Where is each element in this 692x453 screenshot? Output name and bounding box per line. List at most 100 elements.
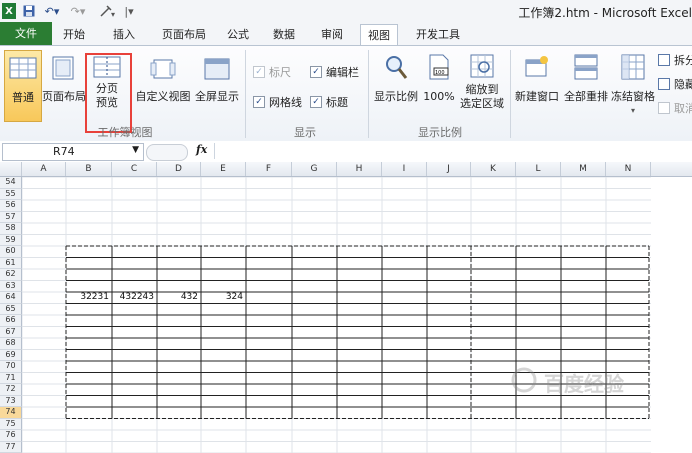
headings-check-icon: ✓ [310, 96, 322, 108]
column-header-e[interactable]: E [201, 162, 246, 176]
row-header-68[interactable]: 68 [0, 338, 22, 350]
row-header-59[interactable]: 59 [0, 234, 22, 246]
new-window-label: 新建窗口 [515, 90, 559, 103]
tab-file[interactable]: 文件 [0, 22, 52, 45]
formula-input[interactable] [214, 143, 691, 159]
formula-bar-label: 编辑栏 [326, 66, 359, 79]
redo-icon[interactable]: ↷▾ [68, 3, 88, 19]
row-header-74[interactable]: 74 [0, 407, 22, 419]
row-header-61[interactable]: 61 [0, 257, 22, 269]
select-all-corner[interactable] [0, 162, 22, 176]
row-header-69[interactable]: 69 [0, 349, 22, 361]
row-header-56[interactable]: 56 [0, 200, 22, 212]
zoom-group-label: 显示比例 [418, 126, 462, 139]
normal-view-button[interactable]: 普通 [4, 50, 42, 122]
chevron-down-icon: ▾ [630, 106, 635, 115]
normal-view-label: 普通 [12, 91, 34, 104]
watermark: 百度经验 [508, 366, 668, 396]
formula-bar-check-icon: ✓ [310, 66, 322, 78]
row-header-55[interactable]: 55 [0, 188, 22, 200]
column-header-l[interactable]: L [516, 162, 561, 176]
gridlines-checkbox[interactable]: ✓ 网格线 [253, 94, 302, 110]
tab-developer[interactable]: 开发工具 [410, 24, 466, 45]
column-header-c[interactable]: C [112, 162, 157, 176]
headings-checkbox[interactable]: ✓ 标题 [310, 94, 348, 110]
zoom-to-selection-label-2: 选定区域 [460, 97, 504, 110]
ruler-checkbox[interactable]: ✓ 标尺 [253, 64, 291, 80]
hide-button[interactable]: 隐藏 [658, 76, 692, 92]
tab-data[interactable]: 数据 [268, 24, 300, 45]
row-header-54[interactable]: 54 [0, 177, 22, 189]
tab-insert[interactable]: 插入 [108, 24, 140, 45]
tab-view[interactable]: 视图 [360, 24, 398, 46]
row-header-71[interactable]: 71 [0, 372, 22, 384]
column-header-m[interactable]: M [561, 162, 606, 176]
tab-formulas[interactable]: 公式 [222, 24, 254, 45]
arrange-all-button[interactable]: 全部重排 [563, 50, 609, 120]
headings-label: 标题 [326, 96, 348, 109]
row-header-62[interactable]: 62 [0, 269, 22, 281]
full-screen-button[interactable]: 全屏显示 [194, 50, 240, 120]
row-header-60[interactable]: 60 [0, 246, 22, 258]
row-header-73[interactable]: 73 [0, 395, 22, 407]
row-header-58[interactable]: 58 [0, 223, 22, 235]
zoom-100-button[interactable]: 100 100% [422, 50, 456, 120]
row-header-72[interactable]: 72 [0, 384, 22, 396]
page-layout-label: 页面布局 [42, 90, 86, 103]
save-icon[interactable] [22, 3, 36, 19]
column-header-i[interactable]: I [382, 162, 427, 176]
zoom-selection-icon [470, 54, 494, 80]
cell-d64[interactable]: 432 [157, 292, 198, 304]
column-header-k[interactable]: K [471, 162, 516, 176]
row-header-65[interactable]: 65 [0, 303, 22, 315]
gridlines-label: 网格线 [269, 96, 302, 109]
row-header-57[interactable]: 57 [0, 211, 22, 223]
column-header-n[interactable]: N [606, 162, 651, 176]
row-header-70[interactable]: 70 [0, 361, 22, 373]
cell-b64[interactable]: 32231 [66, 292, 109, 304]
customize-tool-icon[interactable]: ▾ [96, 3, 120, 19]
row-header-76[interactable]: 76 [0, 430, 22, 442]
row-header-63[interactable]: 63 [0, 280, 22, 292]
new-window-button[interactable]: 新建窗口 [513, 50, 561, 120]
full-screen-label: 全屏显示 [195, 90, 239, 103]
full-screen-icon [204, 58, 230, 80]
formula-bar-checkbox[interactable]: ✓ 编辑栏 [310, 64, 359, 80]
row-header-77[interactable]: 77 [0, 441, 22, 453]
unhide-button[interactable]: 取消 [658, 100, 692, 116]
normal-view-icon [9, 57, 37, 79]
column-header-d[interactable]: D [157, 162, 201, 176]
tab-page-layout[interactable]: 页面布局 [156, 24, 212, 45]
tab-home[interactable]: 开始 [58, 24, 90, 45]
column-header-f[interactable]: F [246, 162, 292, 176]
chevron-down-icon[interactable]: ▼ [132, 145, 139, 155]
zoom-to-selection-button[interactable]: 缩放到 选定区域 [458, 50, 506, 120]
page-layout-view-button[interactable]: 页面布局 [42, 50, 86, 120]
row-header-66[interactable]: 66 [0, 315, 22, 327]
column-header-b[interactable]: B [66, 162, 112, 176]
row-header-75[interactable]: 75 [0, 418, 22, 430]
name-box[interactable]: R74 ▼ [2, 143, 144, 161]
svg-text:100: 100 [435, 70, 445, 76]
tab-review[interactable]: 审阅 [316, 24, 348, 45]
split-button[interactable]: 拆分 [658, 52, 692, 68]
custom-views-button[interactable]: 自定义视图 [134, 50, 192, 120]
column-header-g[interactable]: G [292, 162, 337, 176]
undo-icon[interactable]: ↶▾ [42, 3, 62, 19]
column-header-a[interactable]: A [22, 162, 66, 176]
cell-e64[interactable]: 324 [201, 292, 243, 304]
group-separator [368, 50, 369, 138]
formula-bar-resize-handle[interactable] [146, 144, 188, 161]
column-header-j[interactable]: J [427, 162, 471, 176]
row-header-67[interactable]: 67 [0, 326, 22, 338]
zoom-button[interactable]: 显示比例 [372, 50, 420, 120]
arrange-all-icon [574, 54, 598, 80]
freeze-panes-label: 冻结窗格 [611, 90, 655, 103]
cell-c64[interactable]: 432243 [112, 292, 154, 304]
insert-function-icon[interactable]: fx [196, 143, 207, 156]
row-header-64[interactable]: 64 [0, 292, 22, 304]
qat-dropdown-icon[interactable]: |▾ [124, 3, 134, 19]
column-header-h[interactable]: H [337, 162, 382, 176]
freeze-panes-button[interactable]: 冻结窗格 ▾ [610, 50, 656, 120]
workbook-views-group-label: 工作簿视图 [97, 126, 153, 139]
